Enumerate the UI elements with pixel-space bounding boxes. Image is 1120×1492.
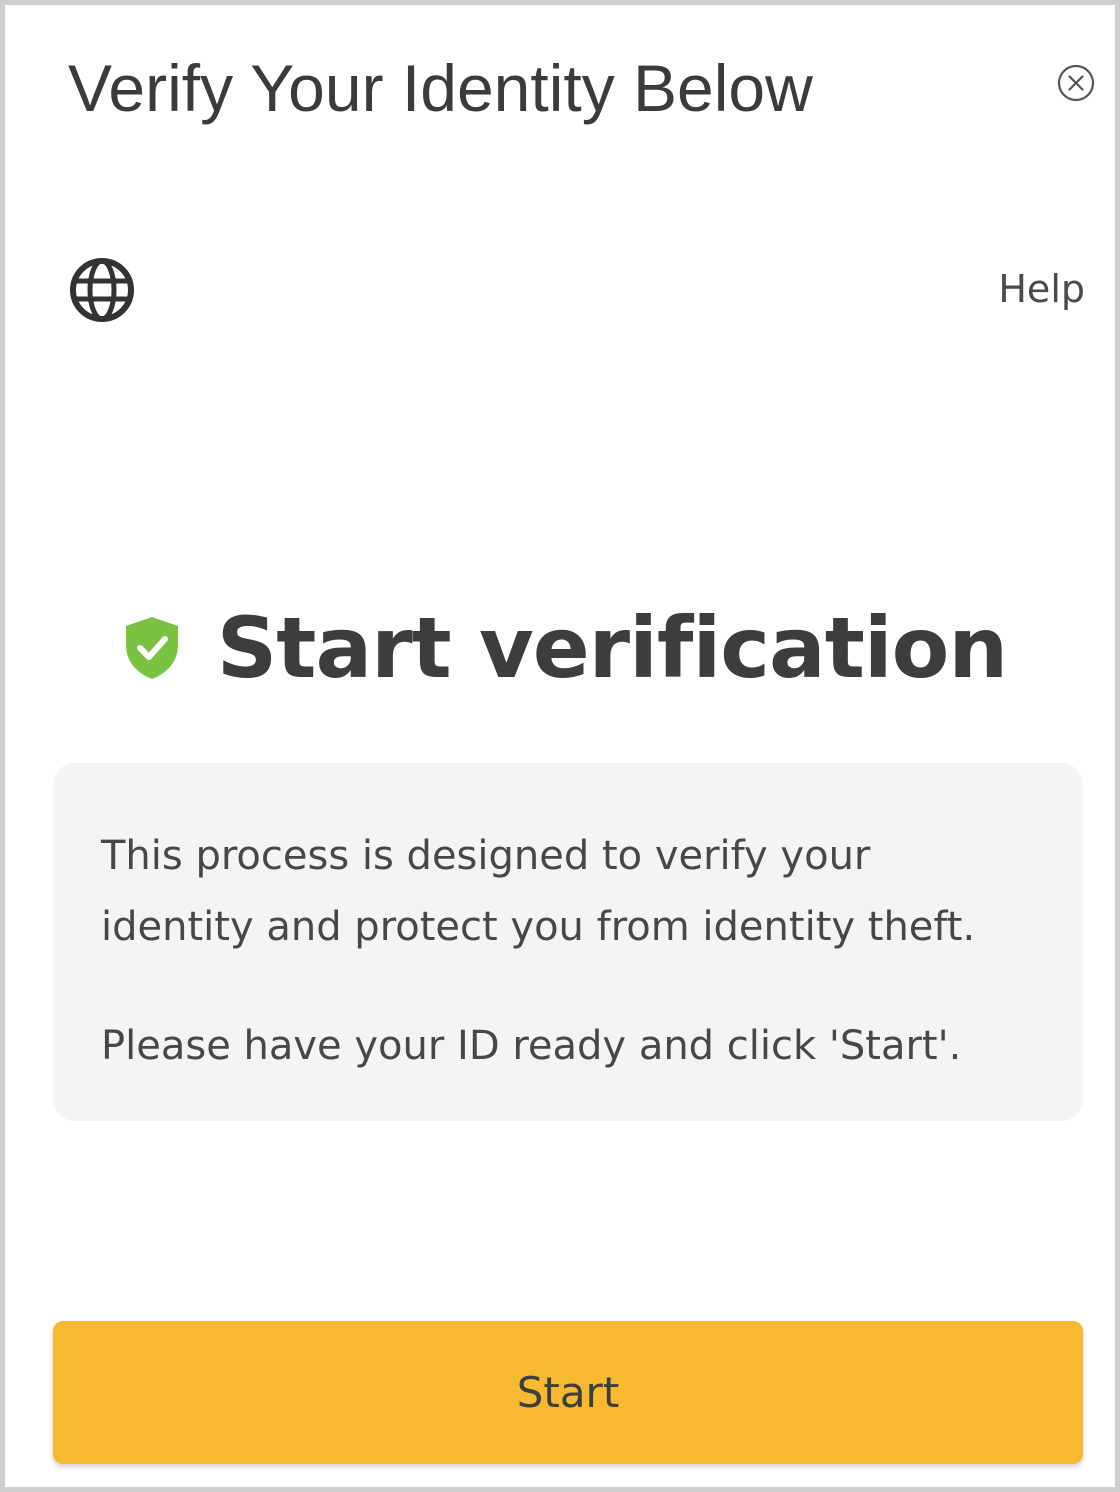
dialog-title: Verify Your Identity Below: [68, 51, 813, 125]
globe-icon[interactable]: [67, 255, 137, 325]
close-icon[interactable]: [1057, 64, 1095, 102]
start-button[interactable]: Start: [53, 1321, 1083, 1464]
section-heading: Start verification: [216, 599, 1008, 697]
info-box: This process is designed to verify your …: [53, 763, 1083, 1121]
heading-row: Start verification: [5, 593, 1120, 703]
verification-dialog: Verify Your Identity Below Help Start ve…: [0, 0, 1120, 1492]
shield-check-icon: [123, 615, 181, 681]
info-paragraph: This process is designed to verify your …: [101, 833, 976, 950]
info-paragraph: Please have your ID ready and click 'Sta…: [101, 1023, 962, 1069]
help-link[interactable]: Help: [998, 267, 1085, 311]
